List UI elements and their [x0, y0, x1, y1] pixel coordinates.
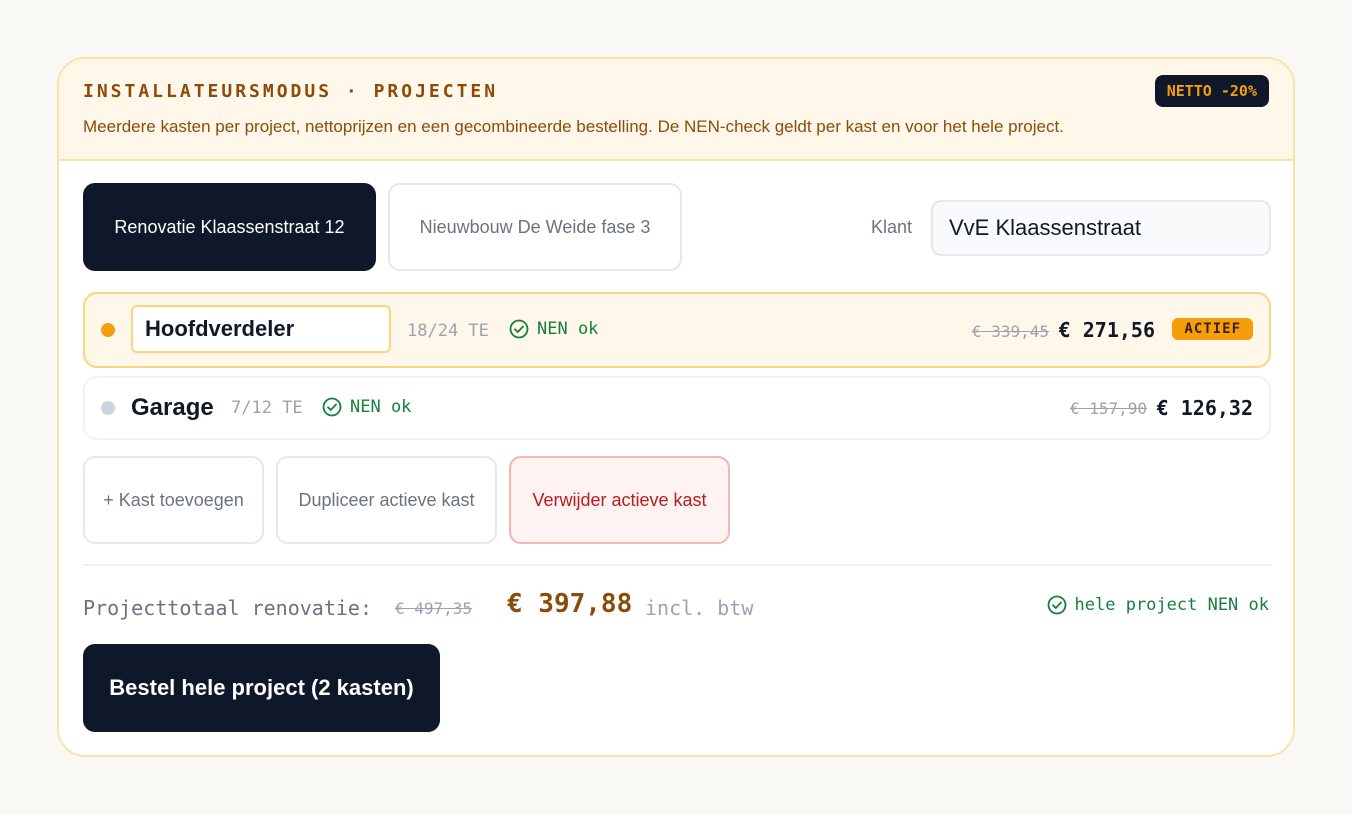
project-total-price: € 397,88	[507, 589, 633, 619]
project-nen-status: hele project NEN ok	[1047, 595, 1269, 615]
kast-net-price: € 271,56	[1058, 318, 1155, 342]
check-circle-icon	[322, 397, 342, 417]
project-total-label: Projecttotaal renovatie:	[83, 596, 372, 620]
banner-description: Meerdere kasten per project, nettoprijze…	[83, 117, 1064, 136]
add-kast-button[interactable]: + Kast toevoegen	[83, 456, 264, 544]
nen-label: NEN ok	[537, 319, 599, 339]
installer-projects-card: INSTALLATEURSMODUS · PROJECTEN Meerdere …	[57, 57, 1295, 757]
client-label: Klant	[871, 217, 913, 237]
kast-old-price: € 339,45	[971, 322, 1049, 341]
project-nen-label: hele project NEN ok	[1074, 595, 1269, 615]
kast-row-garage[interactable]: Garage 7/12 TE NEN ok € 157,90 € 126,32	[83, 376, 1271, 440]
kast-nen-status: NEN ok	[322, 397, 411, 417]
nen-label: NEN ok	[350, 397, 412, 417]
kast-net-price: € 126,32	[1156, 396, 1253, 420]
banner-title: INSTALLATEURSMODUS · PROJECTEN	[83, 81, 499, 102]
project-total-old-price: € 497,35	[395, 599, 473, 618]
check-circle-icon	[1047, 595, 1066, 615]
active-badge: ACTIEF	[1172, 318, 1253, 340]
kast-te-count: 7/12 TE	[231, 398, 303, 418]
mode-banner: INSTALLATEURSMODUS · PROJECTEN Meerdere …	[59, 59, 1293, 161]
active-status-dot	[101, 323, 115, 337]
inactive-status-dot	[101, 401, 115, 415]
kast-old-price: € 157,90	[1069, 399, 1147, 418]
kast-name: Garage	[131, 394, 214, 421]
kast-te-count: 18/24 TE	[407, 321, 489, 341]
project-tab-nieuwbouw[interactable]: Nieuwbouw De Weide fase 3	[388, 183, 682, 271]
netto-discount-badge: NETTO -20%	[1154, 75, 1269, 107]
kast-row-hoofdverdeler[interactable]: 18/24 TE NEN ok € 339,45 € 271,56 ACTIEF	[83, 292, 1271, 368]
project-tab-renovatie[interactable]: Renovatie Klaassenstraat 12	[83, 183, 376, 271]
check-circle-icon	[509, 319, 529, 339]
section-divider	[83, 564, 1271, 566]
client-input[interactable]	[931, 200, 1271, 256]
kast-nen-status: NEN ok	[509, 319, 598, 339]
duplicate-kast-button[interactable]: Dupliceer actieve kast	[276, 456, 497, 544]
vat-note: incl. btw	[645, 596, 754, 620]
kast-name-input[interactable]	[131, 305, 391, 353]
order-project-button[interactable]: Bestel hele project (2 kasten)	[83, 644, 440, 732]
delete-kast-button[interactable]: Verwijder actieve kast	[509, 456, 730, 544]
